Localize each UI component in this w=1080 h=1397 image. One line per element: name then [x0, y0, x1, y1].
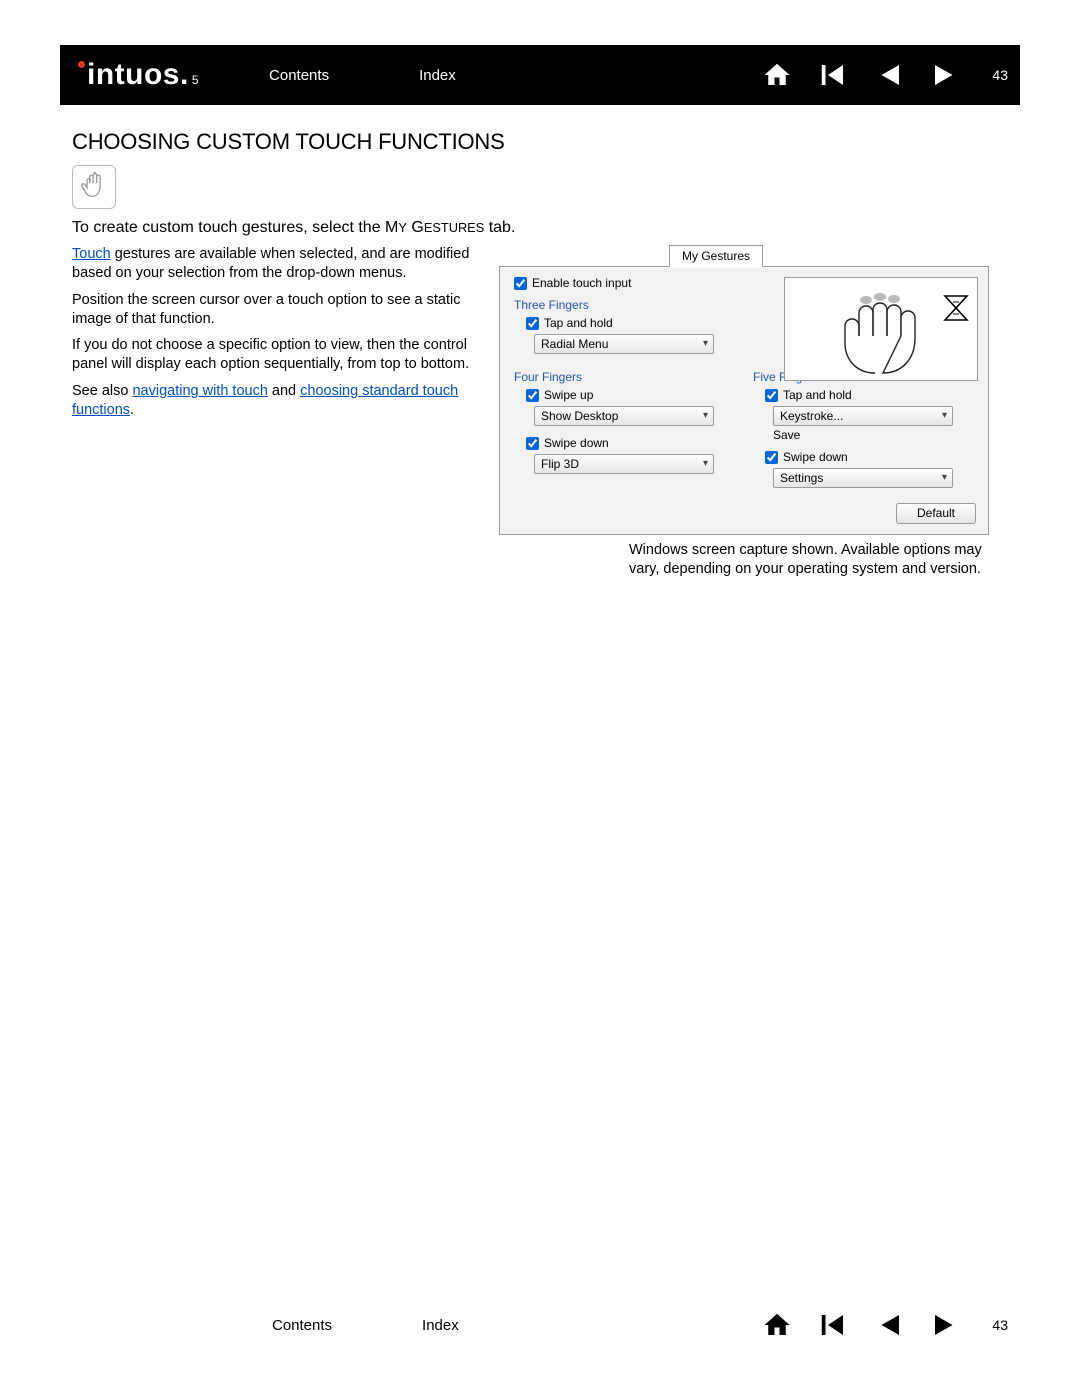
- enable-touch-label: Enable touch input: [532, 276, 631, 290]
- footer-nav-contents[interactable]: Contents: [272, 1317, 332, 1334]
- footer-prev-page-icon[interactable]: [872, 1310, 906, 1340]
- footer-first-page-icon[interactable]: [816, 1310, 850, 1340]
- four-fingers-label: Four Fingers: [514, 370, 739, 384]
- header-bar: intuos.5 Contents Index 43: [60, 45, 1020, 105]
- touch-gesture-icon: [72, 165, 116, 209]
- nav-contents[interactable]: Contents: [269, 67, 329, 84]
- five-tap-hold-checkbox[interactable]: [765, 389, 778, 402]
- screenshot-caption: Windows screen capture shown. Available …: [629, 541, 1008, 579]
- nav-index[interactable]: Index: [419, 67, 456, 84]
- four-swipe-up-dropdown[interactable]: Show Desktop: [534, 406, 714, 426]
- page-number-bottom: 43: [992, 1317, 1008, 1333]
- touch-link[interactable]: Touch: [72, 246, 111, 262]
- navigating-with-touch-link[interactable]: navigating with touch: [132, 383, 267, 399]
- next-page-icon[interactable]: [928, 60, 962, 90]
- three-tap-hold-dropdown[interactable]: Radial Menu: [534, 334, 714, 354]
- five-swipe-down-checkbox[interactable]: [765, 451, 778, 464]
- four-swipe-up-checkbox[interactable]: [526, 389, 539, 402]
- four-swipe-down-checkbox[interactable]: [526, 437, 539, 450]
- first-page-icon[interactable]: [816, 60, 850, 90]
- default-button[interactable]: Default: [896, 503, 976, 524]
- footer-bar: Contents Index 43: [60, 1298, 1020, 1352]
- footer-nav-index[interactable]: Index: [422, 1317, 459, 1334]
- prev-page-icon[interactable]: [872, 60, 906, 90]
- intro-text: To create custom touch gestures, select …: [72, 219, 1008, 237]
- five-swipe-down-dropdown[interactable]: Settings: [773, 468, 953, 488]
- three-tap-hold-checkbox[interactable]: [526, 317, 539, 330]
- four-swipe-down-dropdown[interactable]: Flip 3D: [534, 454, 714, 474]
- five-save-label: Save: [773, 426, 978, 444]
- footer-next-page-icon[interactable]: [928, 1310, 962, 1340]
- gestures-panel: Enable touch input: [499, 266, 989, 535]
- tab-my-gestures[interactable]: My Gestures: [669, 245, 763, 267]
- home-icon[interactable]: [760, 60, 794, 90]
- enable-touch-checkbox[interactable]: [514, 277, 527, 290]
- page-title: CHOOSING CUSTOM TOUCH FUNCTIONS: [72, 129, 1008, 155]
- page-number-top: 43: [992, 67, 1008, 83]
- description-column: Touch gestures are available when select…: [72, 245, 487, 428]
- five-tap-hold-dropdown[interactable]: Keystroke...: [773, 406, 953, 426]
- footer-home-icon[interactable]: [760, 1310, 794, 1340]
- logo: intuos.5: [78, 58, 199, 92]
- gesture-preview: [784, 277, 978, 381]
